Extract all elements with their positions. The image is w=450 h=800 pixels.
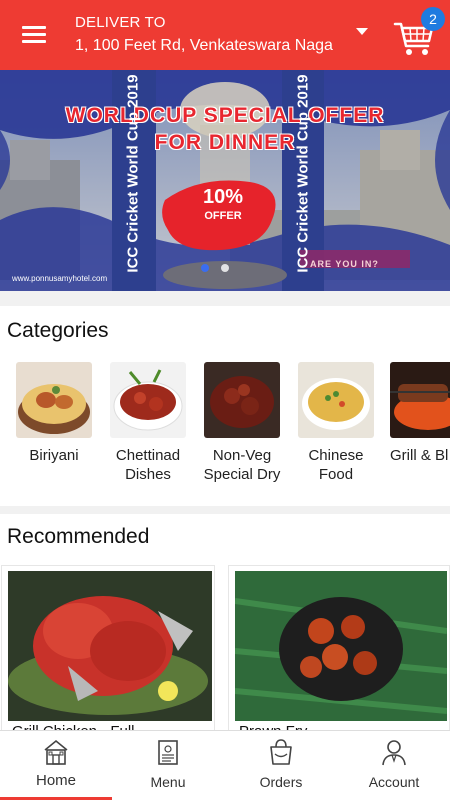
- category-image: [204, 362, 280, 438]
- category-label: Non-Veg Special Dry: [203, 447, 281, 483]
- promo-banner[interactable]: WORLDCUP SPECIAL OFFER FOR DINNER ICC Cr…: [0, 70, 450, 291]
- banner-offer-label: OFFER: [204, 210, 242, 222]
- nav-orders[interactable]: Orders: [225, 731, 337, 800]
- nav-home[interactable]: Home: [0, 731, 112, 800]
- top-app-bar: DELIVER TO 1, 100 Feet Rd, Venkateswara …: [0, 0, 450, 70]
- banner-title-line2: FOR DINNER: [154, 131, 296, 154]
- category-image: [16, 362, 92, 438]
- bottom-navigation: Home Menu Orders Account: [0, 730, 450, 800]
- category-image: [298, 362, 374, 438]
- category-image: [110, 362, 186, 438]
- recommended-item-prawn-fry[interactable]: Prawn Fry: [228, 565, 450, 740]
- banner-slogan: ARE YOU IN?: [310, 259, 379, 269]
- nav-label: Account: [368, 774, 420, 790]
- category-label: Biriyani: [29, 447, 79, 464]
- banner-website: www.ponnusamyhotel.com: [12, 274, 108, 283]
- user-account-icon: [382, 740, 406, 766]
- nav-label: Orders: [259, 774, 303, 790]
- category-label: Chettinad Dishes: [115, 447, 181, 483]
- category-grill-bbq[interactable]: Grill & Bl: [390, 362, 450, 465]
- recommended-item-image: [235, 571, 447, 721]
- delivery-address[interactable]: 1, 100 Feet Rd, Venkateswara Naga: [75, 37, 345, 55]
- categories-title: Categories: [7, 319, 109, 342]
- banner-side-text-right: ICC Cricket World Cup 2019: [294, 74, 312, 273]
- recommended-item-image: [8, 571, 212, 721]
- home-icon: [44, 739, 68, 765]
- nav-label: Home: [35, 772, 76, 789]
- category-label: Chinese Food: [308, 447, 364, 483]
- menu-card-icon: [158, 740, 178, 765]
- recommended-item-grill-chicken[interactable]: Grill Chicken - Full: [1, 565, 215, 740]
- category-label: Grill & Bl: [390, 447, 449, 464]
- recommended-title: Recommended: [7, 525, 150, 548]
- hamburger-menu-icon[interactable]: [22, 22, 56, 50]
- category-biriyani[interactable]: Biriyani: [14, 362, 94, 465]
- banner-headline: WORLDCUP SPECIAL OFFER FOR DINNER: [0, 102, 450, 156]
- nav-account[interactable]: Account: [338, 731, 450, 800]
- nav-label: Menu: [150, 774, 186, 790]
- nav-menu[interactable]: Menu: [112, 731, 224, 800]
- banner-title-line1: WORLDCUP SPECIAL OFFER: [65, 104, 385, 127]
- chevron-down-icon[interactable]: [356, 28, 368, 35]
- shopping-bag-icon: [270, 739, 292, 765]
- category-non-veg-special-dry[interactable]: Non-Veg Special Dry: [202, 362, 282, 484]
- banner-offer-percent: 10%: [202, 186, 244, 208]
- category-chettinad-dishes[interactable]: Chettinad Dishes: [108, 362, 188, 484]
- category-image: [390, 362, 450, 438]
- deliver-to-label: DELIVER TO: [75, 14, 166, 31]
- category-chinese-food[interactable]: Chinese Food: [296, 362, 376, 484]
- banner-side-text-left: ICC Cricket World Cup 2019: [124, 74, 142, 273]
- app-root: DELIVER TO 1, 100 Feet Rd, Venkateswara …: [0, 0, 450, 800]
- cart-count-badge: 2: [421, 7, 445, 31]
